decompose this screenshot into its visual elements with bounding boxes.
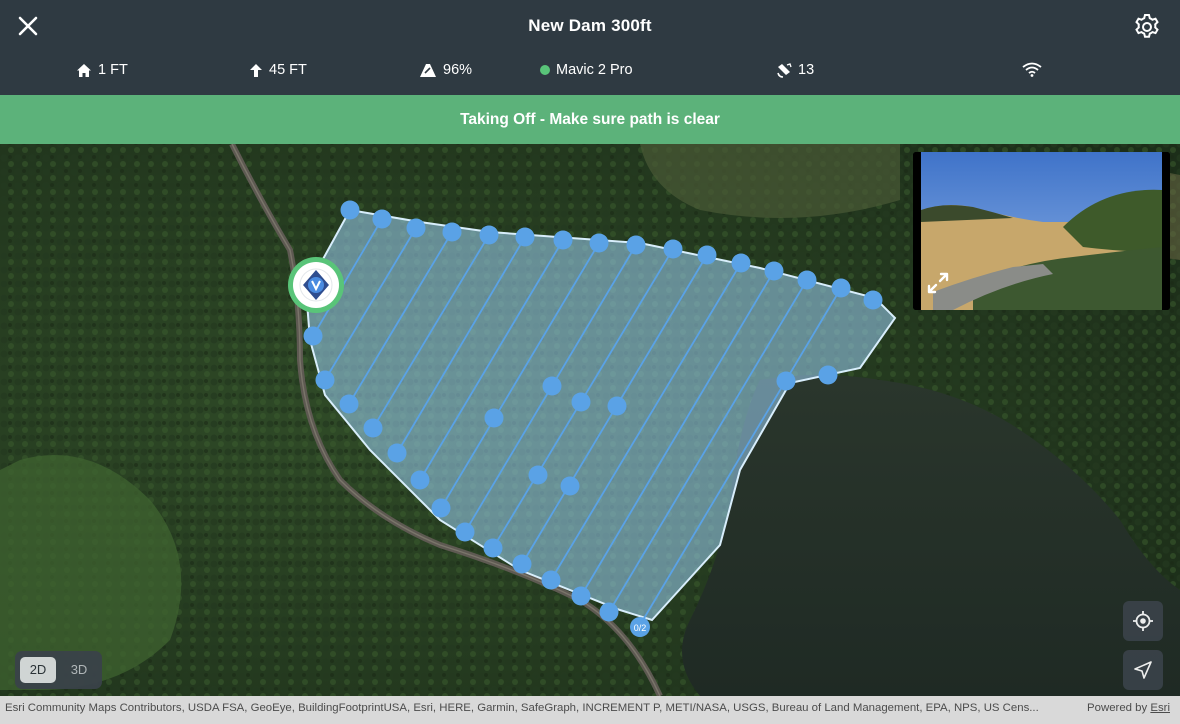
waypoint[interactable]: [599, 602, 619, 622]
mode-2d-button[interactable]: 2D: [20, 657, 56, 683]
battery-icon: [420, 63, 436, 77]
waypoint[interactable]: [340, 200, 360, 220]
powered-by: Powered by Esri: [1087, 696, 1170, 720]
waypoint[interactable]: [442, 222, 462, 242]
altitude-stat: 45 FT: [249, 62, 307, 78]
waypoint[interactable]: [372, 209, 392, 229]
battery-stat: 96%: [419, 62, 472, 78]
waypoint[interactable]: [818, 365, 838, 385]
expand-icon: [927, 272, 949, 294]
waypoint[interactable]: [731, 253, 751, 273]
powered-by-label: Powered by: [1087, 702, 1151, 714]
waypoint[interactable]: [541, 570, 561, 590]
waypoint[interactable]: [431, 498, 451, 518]
drone-name: Mavic 2 Pro: [556, 62, 633, 78]
waypoint[interactable]: [303, 326, 323, 346]
waypoint[interactable]: [515, 227, 535, 247]
satellite-map[interactable]: 0/2: [0, 144, 1180, 696]
waypoint[interactable]: [626, 235, 646, 255]
waypoint[interactable]: [406, 218, 426, 238]
waypoint[interactable]: [339, 394, 359, 414]
waypoint[interactable]: [863, 290, 883, 310]
waypoint[interactable]: [697, 245, 717, 265]
arrow-up-icon: [250, 63, 262, 77]
satellite-count: 13: [798, 62, 815, 78]
waypoint[interactable]: [387, 443, 407, 463]
navigate-button[interactable]: [1123, 650, 1163, 690]
waypoint[interactable]: [571, 392, 591, 412]
mode-3d-button[interactable]: 3D: [61, 657, 97, 683]
telemetry-row: 1 FT 45 FT 96% Mavic 2 Pro 13: [0, 58, 1180, 88]
waypoint[interactable]: [512, 554, 532, 574]
waypoint[interactable]: [315, 370, 335, 390]
status-banner: Taking Off - Make sure path is clear: [0, 95, 1180, 144]
waypoint[interactable]: [542, 376, 562, 396]
waypoint[interactable]: [484, 408, 504, 428]
waypoint[interactable]: [455, 522, 475, 542]
waypoint[interactable]: [831, 278, 851, 298]
waypoint[interactable]: [663, 239, 683, 259]
wifi-icon: [1022, 62, 1042, 77]
view-mode-toggle: 2D 3D: [15, 651, 102, 689]
waypoint[interactable]: [560, 476, 580, 496]
home-icon: [77, 63, 91, 77]
altitude-value: 45 FT: [269, 62, 307, 78]
battery-value: 96%: [443, 62, 473, 78]
esri-link[interactable]: Esri: [1150, 702, 1170, 714]
waypoint[interactable]: [528, 465, 548, 485]
waypoint[interactable]: [483, 538, 503, 558]
drone-status: Mavic 2 Pro: [540, 62, 633, 78]
waypoint[interactable]: [410, 470, 430, 490]
waypoint[interactable]: [764, 261, 784, 281]
waypoint-counter: 0/2: [634, 623, 647, 633]
locate-button[interactable]: [1123, 601, 1163, 641]
waypoint[interactable]: [571, 586, 591, 606]
title-bar: New Dam 300ft: [0, 0, 1180, 52]
waypoint[interactable]: [479, 225, 499, 245]
gear-icon: [1135, 14, 1159, 38]
waypoint[interactable]: [553, 230, 573, 250]
expand-camera-button[interactable]: [925, 270, 951, 296]
waypoint[interactable]: [607, 396, 627, 416]
satellite-stat: 13: [776, 62, 814, 78]
connection-status-dot: [540, 65, 550, 75]
flight-app: New Dam 300ft 1 FT 45 FT 96% Mavic 2 Pro…: [0, 0, 1180, 724]
takeoff-marker[interactable]: [288, 257, 344, 313]
locate-icon: [1133, 611, 1153, 631]
waypoint[interactable]: [797, 270, 817, 290]
map-attribution: Esri Community Maps Contributors, USDA F…: [0, 696, 1180, 724]
settings-button[interactable]: [1132, 12, 1162, 42]
waypoint[interactable]: [776, 371, 796, 391]
waypoint[interactable]: [363, 418, 383, 438]
camera-preview[interactable]: [913, 152, 1170, 310]
waypoint[interactable]: [589, 233, 609, 253]
top-bar: New Dam 300ft 1 FT 45 FT 96% Mavic 2 Pro…: [0, 0, 1180, 95]
camera-feed: [913, 152, 1170, 310]
home-distance-value: 1 FT: [98, 62, 128, 78]
attribution-text: Esri Community Maps Contributors, USDA F…: [5, 702, 1039, 714]
mission-title: New Dam 300ft: [528, 16, 652, 35]
satellite-icon: [777, 62, 792, 78]
navigation-arrow-icon: [1134, 661, 1152, 679]
signal-stat: [1022, 62, 1042, 77]
home-distance-stat: 1 FT: [76, 62, 128, 78]
